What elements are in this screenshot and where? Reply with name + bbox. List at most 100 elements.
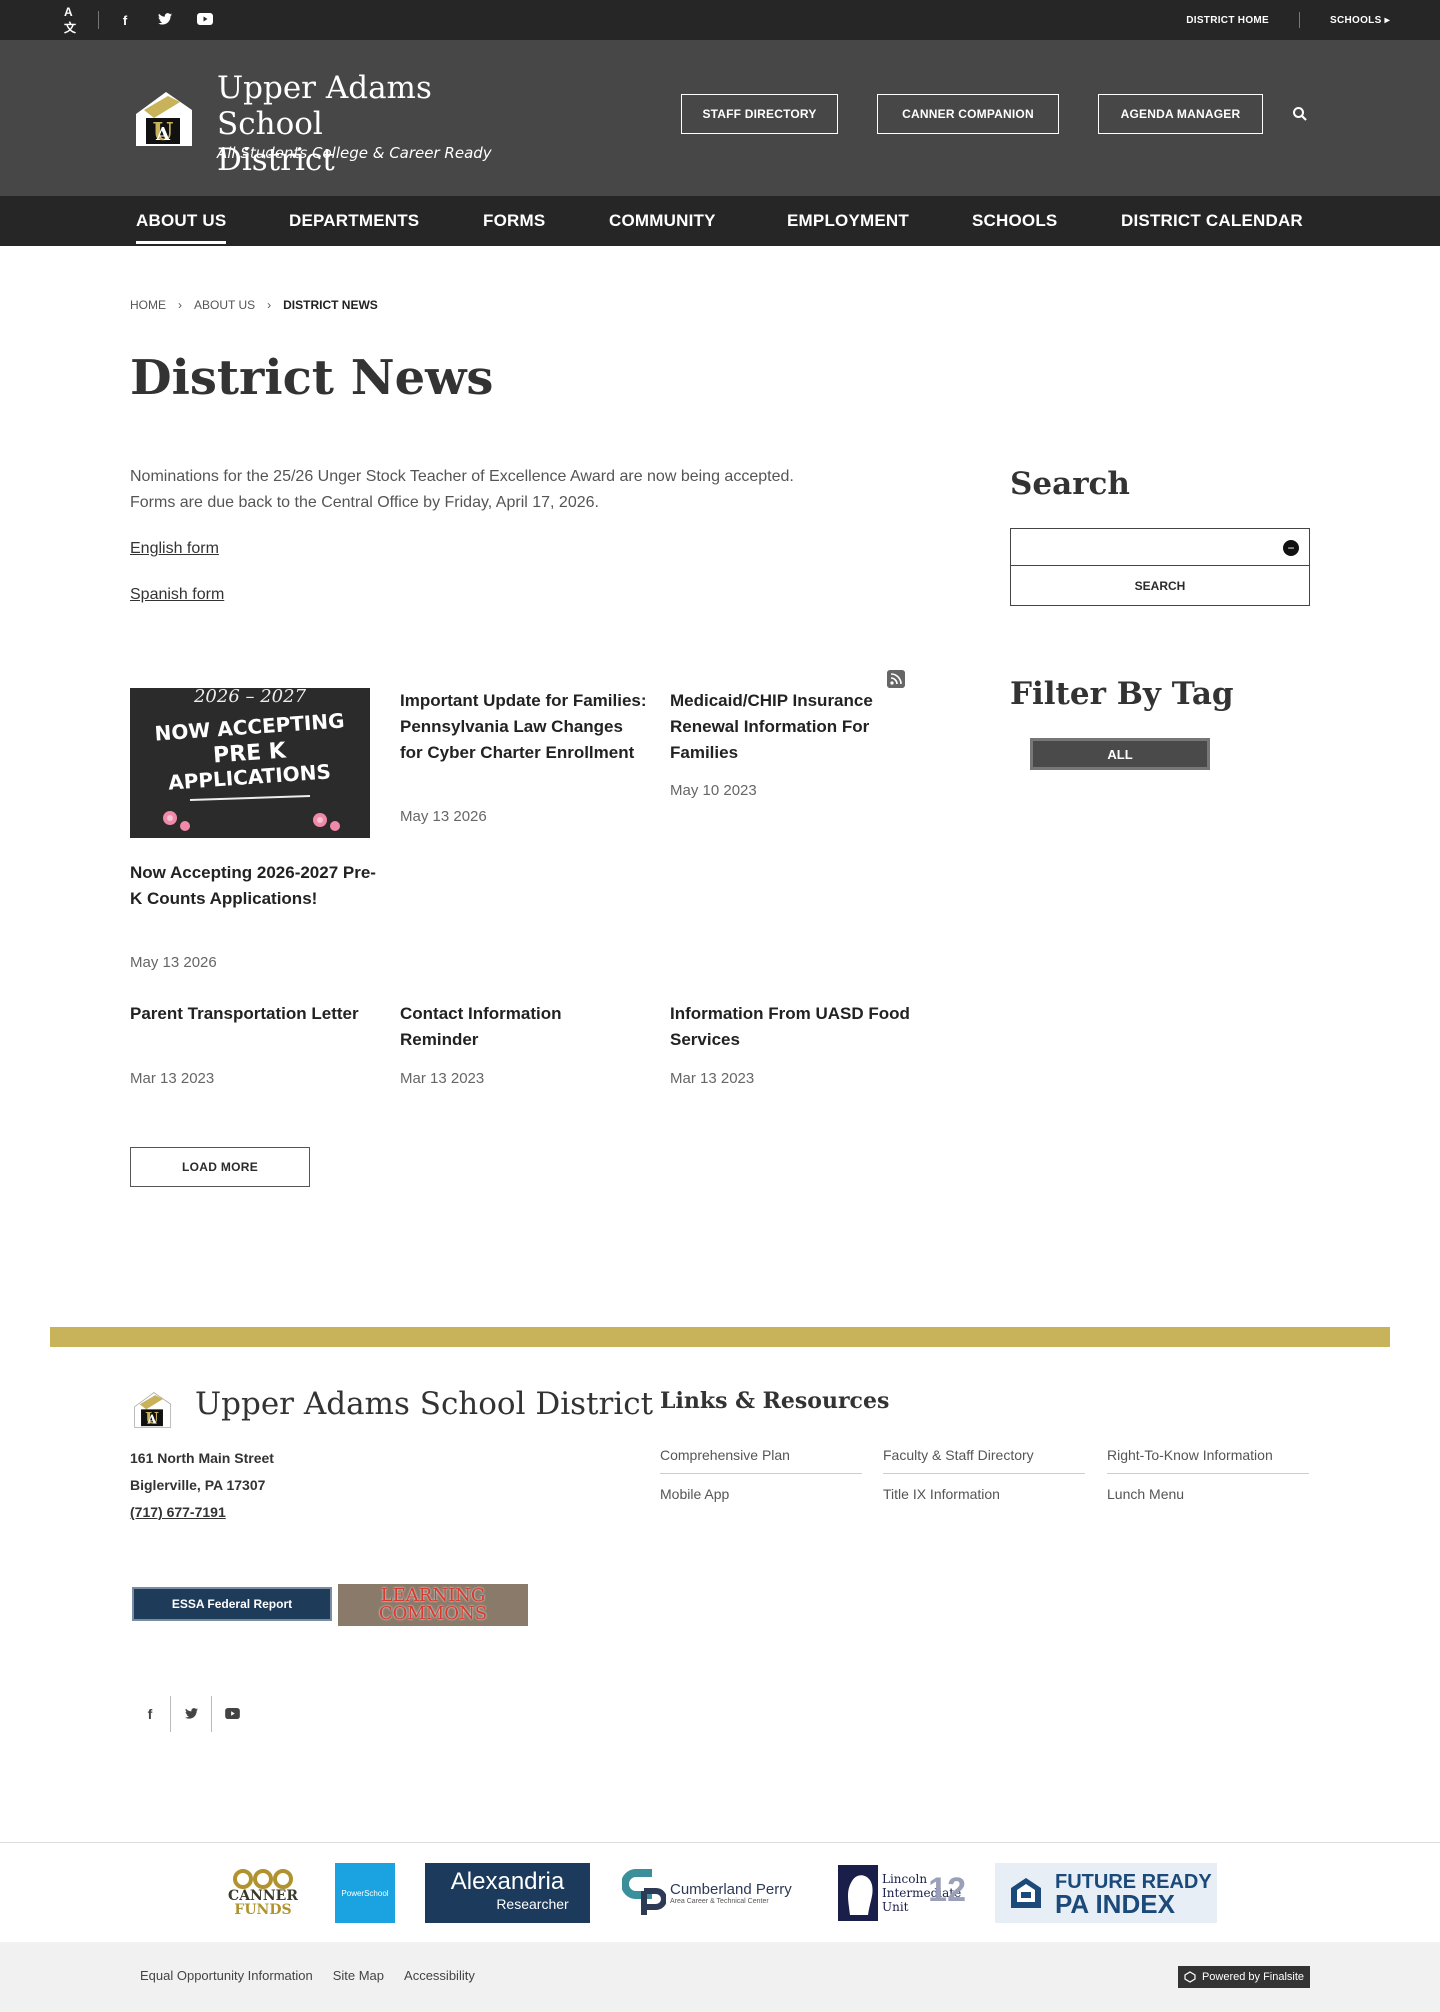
search-input[interactable]: − [1010,528,1310,566]
future-ready-school-icon [1011,1878,1041,1908]
cumberland-subtitle: Area Career & Technical Center [670,1898,769,1905]
news-date: Mar 13 2023 [670,1070,755,1087]
news-title[interactable]: Parent Transportation Letter [130,1001,360,1027]
footer-link[interactable]: Lunch Menu [1107,1486,1309,1512]
filter-heading: Filter By Tag [1010,676,1234,712]
search-icon[interactable] [1292,106,1308,122]
footer-logo[interactable]: U A [130,1390,174,1430]
english-form-link[interactable]: English form [130,540,219,558]
canner-funds-logo[interactable]: CANNER FUNDS [228,1863,298,1923]
breadcrumb-separator: › [267,298,272,312]
lincoln-iu-logo[interactable]: Lincoln Intermediate Unit 12 [838,1863,966,1923]
footer-link[interactable]: Mobile App [660,1486,862,1512]
load-more-button[interactable]: LOAD MORE [130,1147,310,1187]
lincoln-number: 12 [928,1871,966,1909]
news-title[interactable]: Now Accepting 2026-2027 Pre-K Counts App… [130,860,380,912]
intro-text: Nominations for the 25/26 Unger Stock Te… [130,468,794,511]
divider [98,11,99,29]
site-name-line1: Upper Adams School [217,70,432,142]
search-button[interactable]: SEARCH [1010,566,1310,606]
news-title[interactable]: Important Update for Families: Pennsylva… [400,688,650,766]
staff-directory-button[interactable]: STAFF DIRECTORY [681,94,838,134]
footer-link[interactable]: Comprehensive Plan [660,1447,862,1474]
news-title[interactable]: Medicaid/CHIP Insurance Renewal Informat… [670,688,930,766]
page-title: District News [130,350,494,406]
partner-logos: CANNER FUNDS PowerSchool Alexandria Rese… [0,1842,1440,1942]
news-title[interactable]: Contact Information Reminder [400,1001,630,1053]
funds-label: FUNDS [234,1902,292,1918]
youtube-icon[interactable] [197,12,213,28]
site-map-link[interactable]: Site Map [333,1968,384,1983]
footer-link[interactable]: Right-To-Know Information [1107,1447,1309,1474]
news-title[interactable]: Information From UASD Food Services [670,1001,910,1053]
footer-phone-link[interactable]: (717) 677-7191 [130,1504,226,1520]
tagline: All Students College & Career Ready [217,144,492,162]
cumberland-perry-logo[interactable]: Cumberland Perry Area Career & Technical… [622,1863,807,1923]
footer-link[interactable]: Faculty & Staff Directory [883,1447,1085,1474]
lincoln-silhouette-icon [838,1865,878,1921]
nav-forms[interactable]: FORMS [483,196,545,246]
alexandria-logo[interactable]: Alexandria Researcher [425,1863,590,1923]
nav-district-calendar[interactable]: DISTRICT CALENDAR [1121,196,1303,246]
bottom-bar: Equal Opportunity Information Site Map A… [0,1942,1440,2012]
site-header: U A Upper Adams School District All Stud… [0,40,1440,196]
facebook-icon[interactable]: f [117,13,133,28]
schools-dropdown[interactable]: SCHOOLS ▸ [1330,15,1390,26]
clear-search-icon[interactable]: − [1283,540,1299,556]
main-nav: ABOUT US DEPARTMENTS FORMS COMMUNITY EMP… [0,196,1440,246]
news-date: May 13 2026 [400,808,487,825]
news-date: Mar 13 2023 [130,1070,215,1087]
future-ready-pa-logo[interactable]: FUTURE READY PA INDEX [995,1863,1217,1923]
twitter-icon[interactable] [157,12,173,28]
canner-label: CANNER [228,1888,298,1904]
breadcrumb-separator: › [178,298,182,312]
footer-link[interactable]: Title IX Information [883,1486,1085,1512]
essa-report-button[interactable]: ESSA Federal Report [132,1587,332,1621]
breadcrumb: HOME › ABOUT US › DISTRICT NEWS [130,298,378,312]
district-logo[interactable]: U A [130,88,196,150]
canner-companion-button[interactable]: CANNER COMPANION [877,94,1059,134]
news-date: May 13 2026 [130,954,217,971]
breadcrumb-about-us[interactable]: ABOUT US [194,298,255,312]
footer-site-name: Upper Adams School District [195,1386,654,1422]
twitter-icon[interactable] [171,1706,211,1722]
svg-text:A: A [155,124,171,145]
powered-by-finalsite[interactable]: Powered by Finalsite [1178,1966,1310,1988]
spanish-form-link[interactable]: Spanish form [130,586,224,604]
youtube-icon[interactable] [212,1706,252,1722]
thumb-year: 2026 – 2027 [193,688,307,707]
nav-departments[interactable]: DEPARTMENTS [289,196,419,246]
footer-address-line2: Biglerville, PA 17307 [130,1477,266,1493]
alexandria-label: Alexandria [450,1868,565,1895]
footer-address-line1: 161 North Main Street [130,1450,274,1466]
schools-label: SCHOOLS [1330,14,1382,26]
breadcrumb-home[interactable]: HOME [130,298,166,312]
nav-community[interactable]: COMMUNITY [609,196,716,246]
agenda-manager-button[interactable]: AGENDA MANAGER [1098,94,1263,134]
links-resources-heading: Links & Resources [660,1388,890,1414]
nav-schools[interactable]: SCHOOLS [972,196,1057,246]
powerschool-logo[interactable]: PowerSchool [335,1863,395,1923]
translate-icon[interactable]: A文 [64,5,84,35]
svg-text:A: A [146,1413,157,1427]
future-ready-line2: PA INDEX [1055,1889,1175,1919]
tag-all-button[interactable]: ALL [1030,738,1210,770]
equal-opportunity-link[interactable]: Equal Opportunity Information [140,1968,313,1983]
accessibility-link[interactable]: Accessibility [404,1968,475,1983]
cumberland-text: Cumberland Perry Area Career & Technical… [670,1881,792,1905]
facebook-icon[interactable]: f [130,1706,170,1722]
search-heading: Search [1010,466,1130,502]
nav-about-us[interactable]: ABOUT US [136,196,227,246]
divider [1299,12,1301,28]
news-thumbnail[interactable]: 2026 – 2027 NOW ACCEPTING PRE K APPLICAT… [130,688,370,838]
district-home-link[interactable]: DISTRICT HOME [1186,15,1269,26]
caret-right-icon: ▸ [1384,14,1390,26]
learning-commons-banner[interactable]: LEARNING COMMONS [338,1584,528,1626]
powered-label: Powered by Finalsite [1201,1971,1305,1983]
future-ready-text: FUTURE READY PA INDEX [1055,1871,1212,1919]
rss-icon[interactable] [887,670,905,688]
nav-employment[interactable]: EMPLOYMENT [787,196,909,246]
cumberland-title: Cumberland Perry [670,1881,792,1898]
utility-bar: A文 f DISTRICT HOME SCHOOLS ▸ [0,0,1440,40]
news-date: May 10 2023 [670,782,757,799]
